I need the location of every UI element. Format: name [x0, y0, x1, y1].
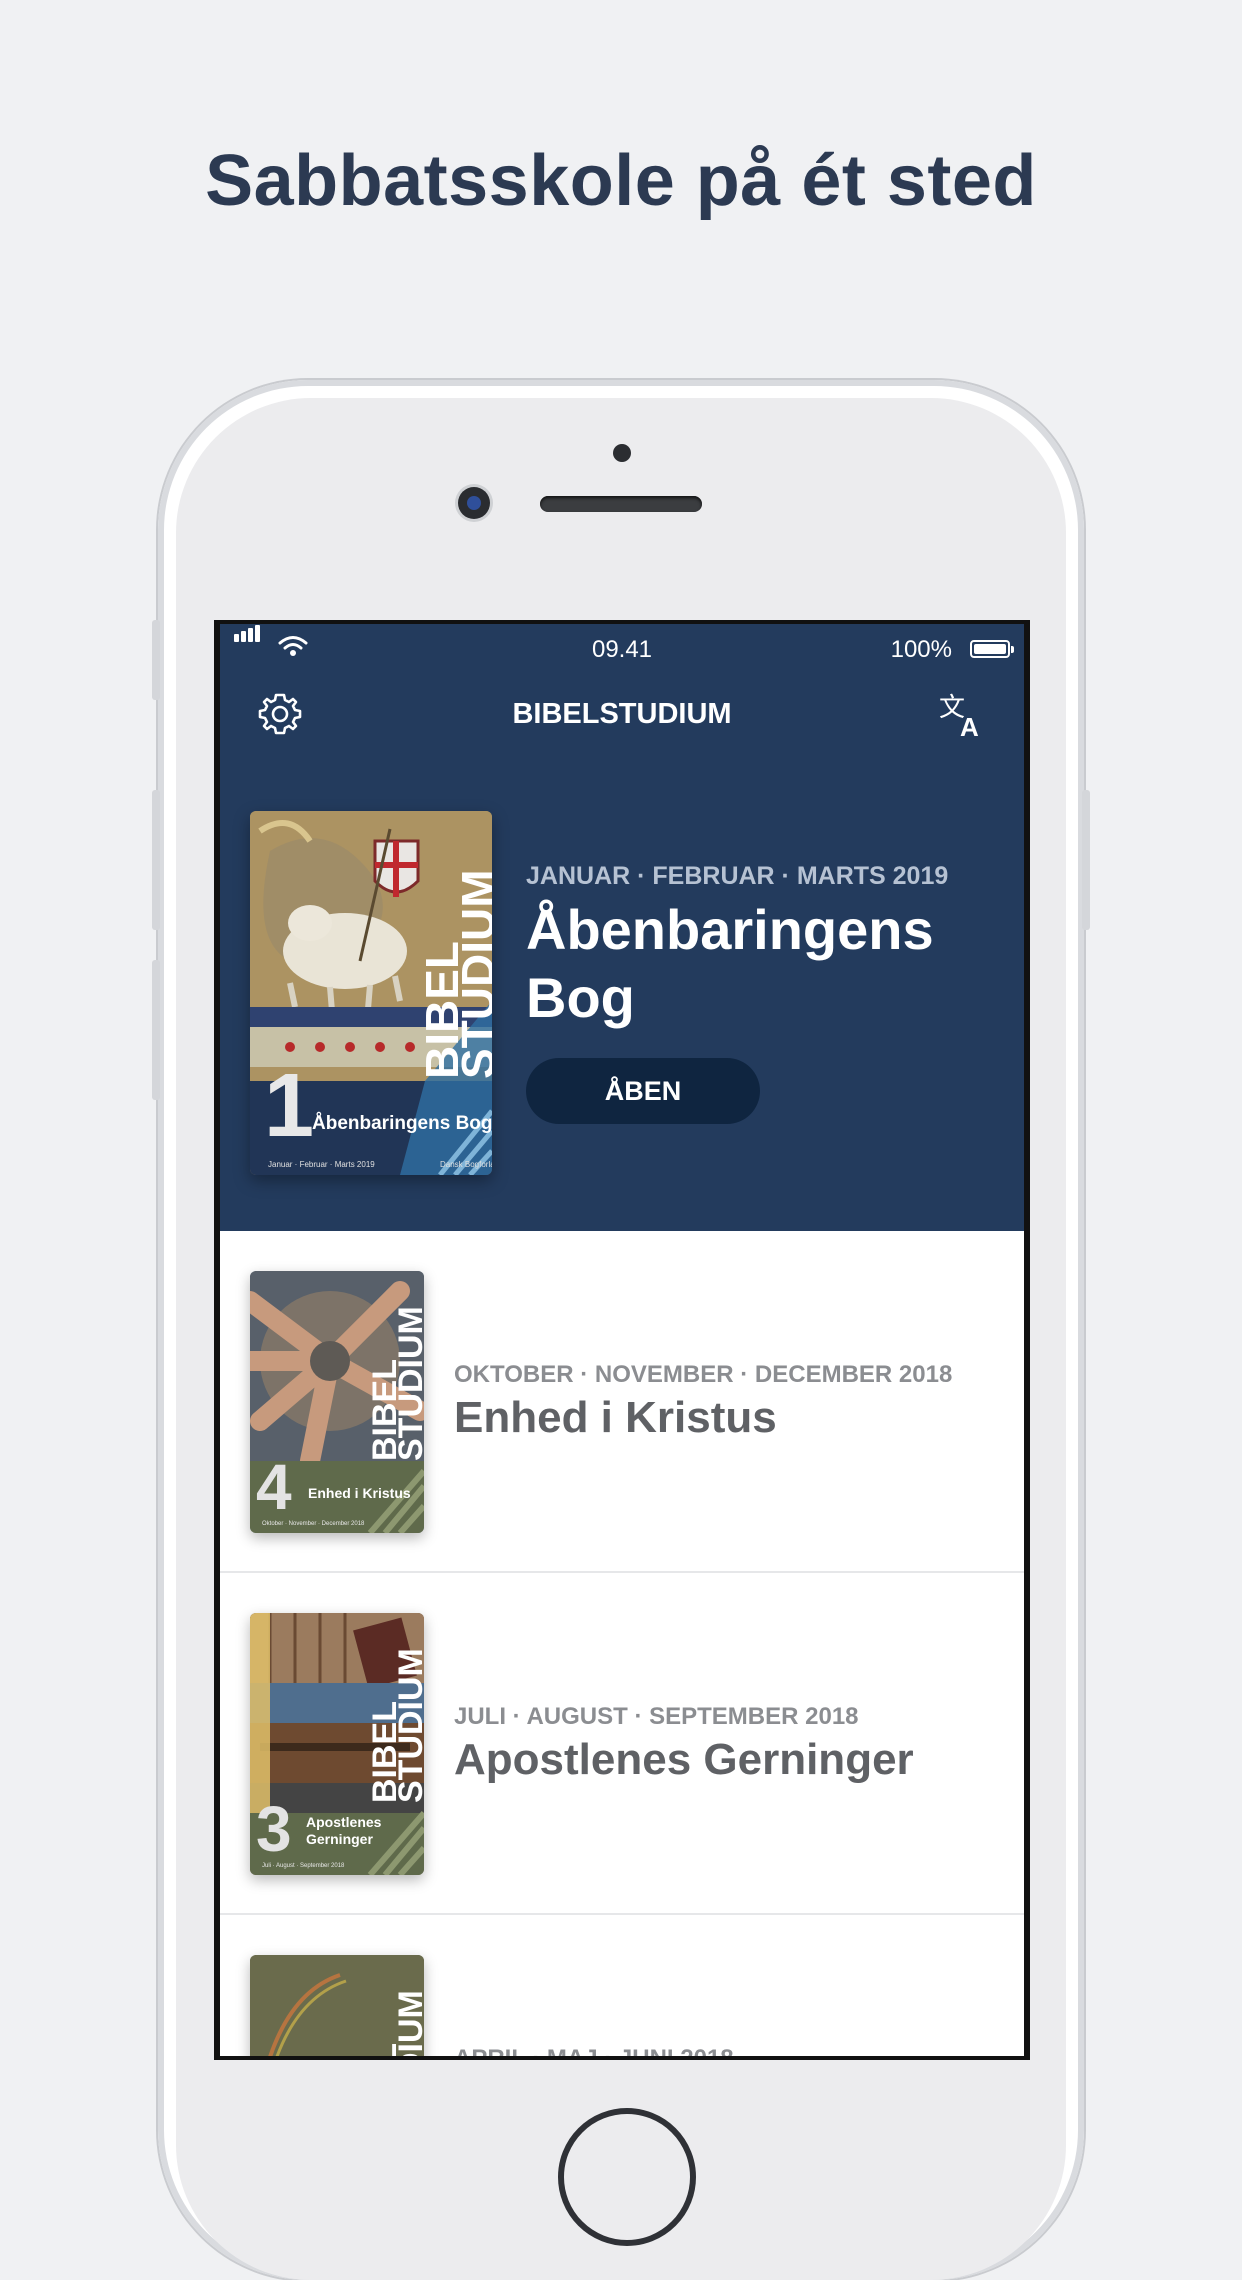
volume-down-button [152, 960, 160, 1100]
cover-title: Åbenbaringens Bog [312, 1113, 492, 1134]
cover-brand-2: STUDIUM [452, 869, 492, 1079]
battery-percent: 100% [890, 636, 952, 663]
svg-text:STUDIUM: STUDIUM [392, 1990, 424, 2056]
featured-quarter: 09.41 100% BIBELSTUDIUM 文 A BIBEL STUDIU… [220, 624, 1024, 1231]
proximity-sensor [613, 444, 631, 462]
svg-text:Enhed i Kristus: Enhed i Kristus [308, 1485, 411, 1501]
translate-icon[interactable]: 文 A [936, 690, 988, 742]
quarter-cover-image: BIBEL STUDIUM [250, 1955, 424, 2056]
featured-period: JANUAR · FEBRUAR · MARTS 2019 [526, 862, 949, 890]
nav-title: BIBELSTUDIUM [512, 698, 732, 730]
quarter-period: OKTOBER · NOVEMBER · DECEMBER 2018 [454, 1361, 953, 1388]
earpiece-speaker [540, 496, 702, 512]
quarter-list: BIBEL STUDIUM 4 Enhed i Kristus Oktober … [220, 1231, 1024, 2056]
quarter-period: JULI · AUGUST · SEPTEMBER 2018 [454, 1703, 859, 1730]
quarter-cover-image: BIBEL STUDIUM 4 Enhed i Kristus Oktober … [250, 1271, 424, 1533]
status-bar: 09.41 100% [220, 624, 1024, 674]
svg-text:STUDIUM: STUDIUM [392, 1648, 424, 1803]
cover-number: 1 [264, 1056, 314, 1156]
home-button[interactable] [558, 2108, 696, 2246]
svg-text:Apostlenes: Apostlenes [306, 1814, 382, 1830]
navigation-bar: BIBELSTUDIUM 文 A [220, 684, 1024, 754]
cover-footer: Januar · Februar · Marts 2019 [268, 1160, 375, 1169]
quarter-period: APRIL · MAJ · JUNI 2018 [454, 2045, 734, 2056]
svg-text:4: 4 [256, 1451, 292, 1523]
page-headline: Sabbatsskole på ét sted [205, 141, 1037, 221]
svg-text:A: A [960, 712, 979, 742]
mute-switch [152, 620, 160, 700]
list-item[interactable]: BIBEL STUDIUM 3 Apostlenes Gerninger Jul… [220, 1573, 1024, 1915]
power-button [1082, 790, 1090, 930]
featured-cover-image[interactable]: BIBEL STUDIUM 1 Åbenbaringens Bog Januar… [250, 811, 492, 1175]
svg-text:Oktober · November · December: Oktober · November · December 2018 [262, 1521, 365, 1527]
volume-up-button [152, 790, 160, 930]
svg-text:3: 3 [256, 1793, 292, 1865]
featured-title: Åbenbaringens Bog [526, 898, 934, 1029]
quarter-title: Enhed i Kristus [454, 1393, 777, 1442]
quarter-title: Apostlenes Gerninger [454, 1735, 914, 1784]
svg-text:Juli · August · September 2018: Juli · August · September 2018 [262, 1863, 345, 1869]
phone-screen: 09.41 100% BIBELSTUDIUM 文 A BIBEL STUDIU… [214, 620, 1030, 2060]
svg-text:STUDIUM: STUDIUM [392, 1306, 424, 1461]
quarter-cover-image: BIBEL STUDIUM 3 Apostlenes Gerninger Jul… [250, 1613, 424, 1875]
cover-publisher: Dansk Bogforlag [440, 1160, 492, 1169]
open-button[interactable]: ÅBEN [526, 1058, 760, 1124]
battery-icon [970, 640, 1014, 658]
list-item[interactable]: BIBEL STUDIUM 4 Enhed i Kristus Oktober … [220, 1231, 1024, 1573]
svg-text:Gerninger: Gerninger [306, 1831, 373, 1847]
list-item[interactable]: BIBEL STUDIUM APRIL · MAJ · JUNI 2018 [220, 1915, 1024, 2056]
front-camera [458, 487, 490, 519]
